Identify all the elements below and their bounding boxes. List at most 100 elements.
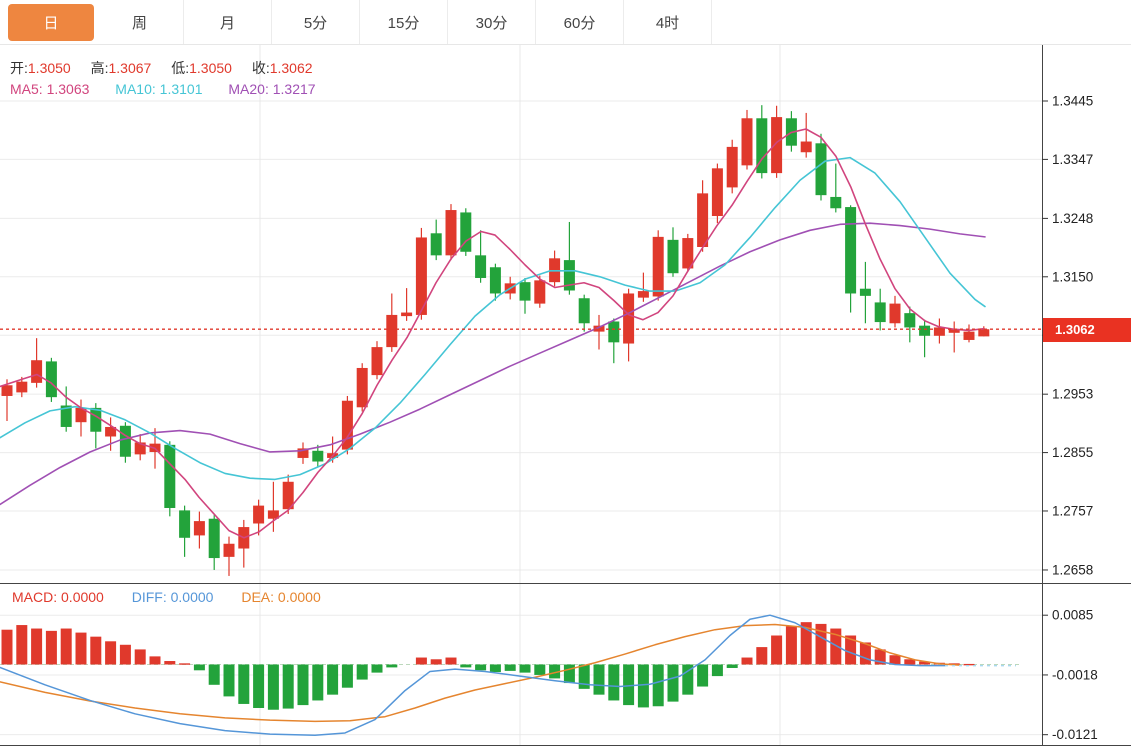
macd-bar (298, 665, 309, 706)
macd-bar (268, 665, 279, 710)
candle-body (919, 326, 930, 336)
macd-bar (224, 665, 235, 697)
macd-bar (46, 631, 57, 665)
candle-body (31, 360, 42, 383)
ma10-readout: MA10: 1.3101 (115, 81, 202, 97)
macd-bar (31, 629, 42, 665)
chart-canvas[interactable]: 1.34451.33471.32481.31501.30521.29531.28… (0, 0, 1131, 751)
macd-bar (446, 658, 457, 665)
macd-bar (608, 665, 619, 701)
macd-bar (386, 665, 397, 668)
candle-body (520, 282, 531, 300)
y-axis-label: 0.0085 (1052, 608, 1093, 623)
candle-body (964, 332, 975, 340)
tab-15min[interactable]: 15分 (360, 0, 448, 44)
macd-bar (756, 647, 767, 664)
macd-bar (253, 665, 264, 709)
macd-bar (475, 665, 486, 671)
macd-bar (150, 656, 161, 664)
candle-body (253, 506, 264, 524)
y-axis-label: 1.2953 (1052, 387, 1093, 402)
candle-body (697, 193, 708, 247)
ma20-readout: MA20: 1.3217 (228, 81, 315, 97)
open-value: 1.3050 (28, 60, 71, 76)
tab-60min[interactable]: 60分 (536, 0, 624, 44)
candle-body (875, 302, 886, 322)
macd-bar (490, 665, 501, 673)
macd-bar (372, 665, 383, 673)
macd-bar (771, 636, 782, 665)
macd-bar (431, 659, 442, 664)
candle-body (209, 519, 220, 558)
diff-value: DIFF: 0.0000 (132, 589, 214, 605)
macd-bar (623, 665, 634, 706)
candle-body (386, 315, 397, 347)
candle-body (372, 347, 383, 375)
current-price-tag: 1.3062 (1043, 318, 1131, 342)
y-axis-label: 1.3248 (1052, 211, 1093, 226)
macd-bar (594, 665, 605, 695)
tab-5min[interactable]: 5分 (272, 0, 360, 44)
macd-bar (786, 626, 797, 664)
macd-bar (90, 637, 101, 665)
macd-bar (727, 665, 738, 668)
candle-body (742, 118, 753, 165)
macd-bar (120, 645, 131, 665)
macd-bar (520, 665, 531, 673)
tab-month[interactable]: 月 (184, 0, 272, 44)
candle-body (490, 267, 501, 293)
candle-body (224, 544, 235, 557)
candle-body (638, 291, 649, 298)
y-axis-label: 1.2757 (1052, 503, 1093, 518)
candle-body (164, 445, 175, 508)
candle-body (2, 385, 13, 396)
macd-bar (505, 665, 516, 671)
candle-body (16, 382, 27, 393)
macd-bar (209, 665, 220, 685)
macd-bar (697, 665, 708, 687)
macd-bar (179, 663, 190, 664)
macd-bar (194, 665, 205, 671)
candle-body (579, 298, 590, 323)
macd-bar (164, 661, 175, 664)
candle-body (431, 233, 442, 255)
macd-bar (638, 665, 649, 708)
macd-readout: MACD: 0.0000 DIFF: 0.0000 DEA: 0.0000 (12, 589, 321, 605)
macd-bar (61, 629, 72, 665)
macd-bar (712, 665, 723, 677)
candle-body (904, 313, 915, 327)
macd-bar (653, 665, 664, 707)
ohlc-readout: 开:1.3050 高:1.3067 低:1.3050 收:1.3062 (10, 58, 329, 78)
candle-body (845, 207, 856, 293)
candle-body (475, 255, 486, 278)
candle-body (653, 237, 664, 297)
candle-body (194, 521, 205, 535)
candle-body (179, 510, 190, 537)
ma5-readout: MA5: 1.3063 (10, 81, 89, 97)
candle-body (727, 147, 738, 188)
candle-body (446, 210, 457, 255)
y-axis-label: 1.2658 (1052, 562, 1093, 577)
dea-value: DEA: 0.0000 (241, 589, 320, 605)
macd-bar (2, 630, 13, 665)
candle-body (890, 304, 901, 324)
macd-bar (416, 658, 427, 665)
high-label: 高: (91, 60, 109, 76)
y-axis-label: 1.3150 (1052, 269, 1093, 284)
tab-4hour[interactable]: 4时 (624, 0, 712, 44)
tab-30min[interactable]: 30分 (448, 0, 536, 44)
high-value: 1.3067 (109, 60, 152, 76)
ma-readout: MA5: 1.3063 MA10: 1.3101 MA20: 1.3217 (10, 81, 316, 97)
macd-value: MACD: 0.0000 (12, 589, 104, 605)
candle-body (46, 361, 57, 397)
candle-body (771, 117, 782, 173)
candle-body (801, 142, 812, 153)
tab-day[interactable]: 日 (8, 4, 94, 41)
macd-bar (534, 665, 545, 675)
y-axis-label: -0.0018 (1052, 667, 1098, 682)
candle-body (668, 240, 679, 273)
candle-body (860, 289, 871, 296)
macd-bar (342, 665, 353, 688)
tab-week[interactable]: 周 (96, 0, 184, 44)
macd-bar (105, 641, 116, 664)
